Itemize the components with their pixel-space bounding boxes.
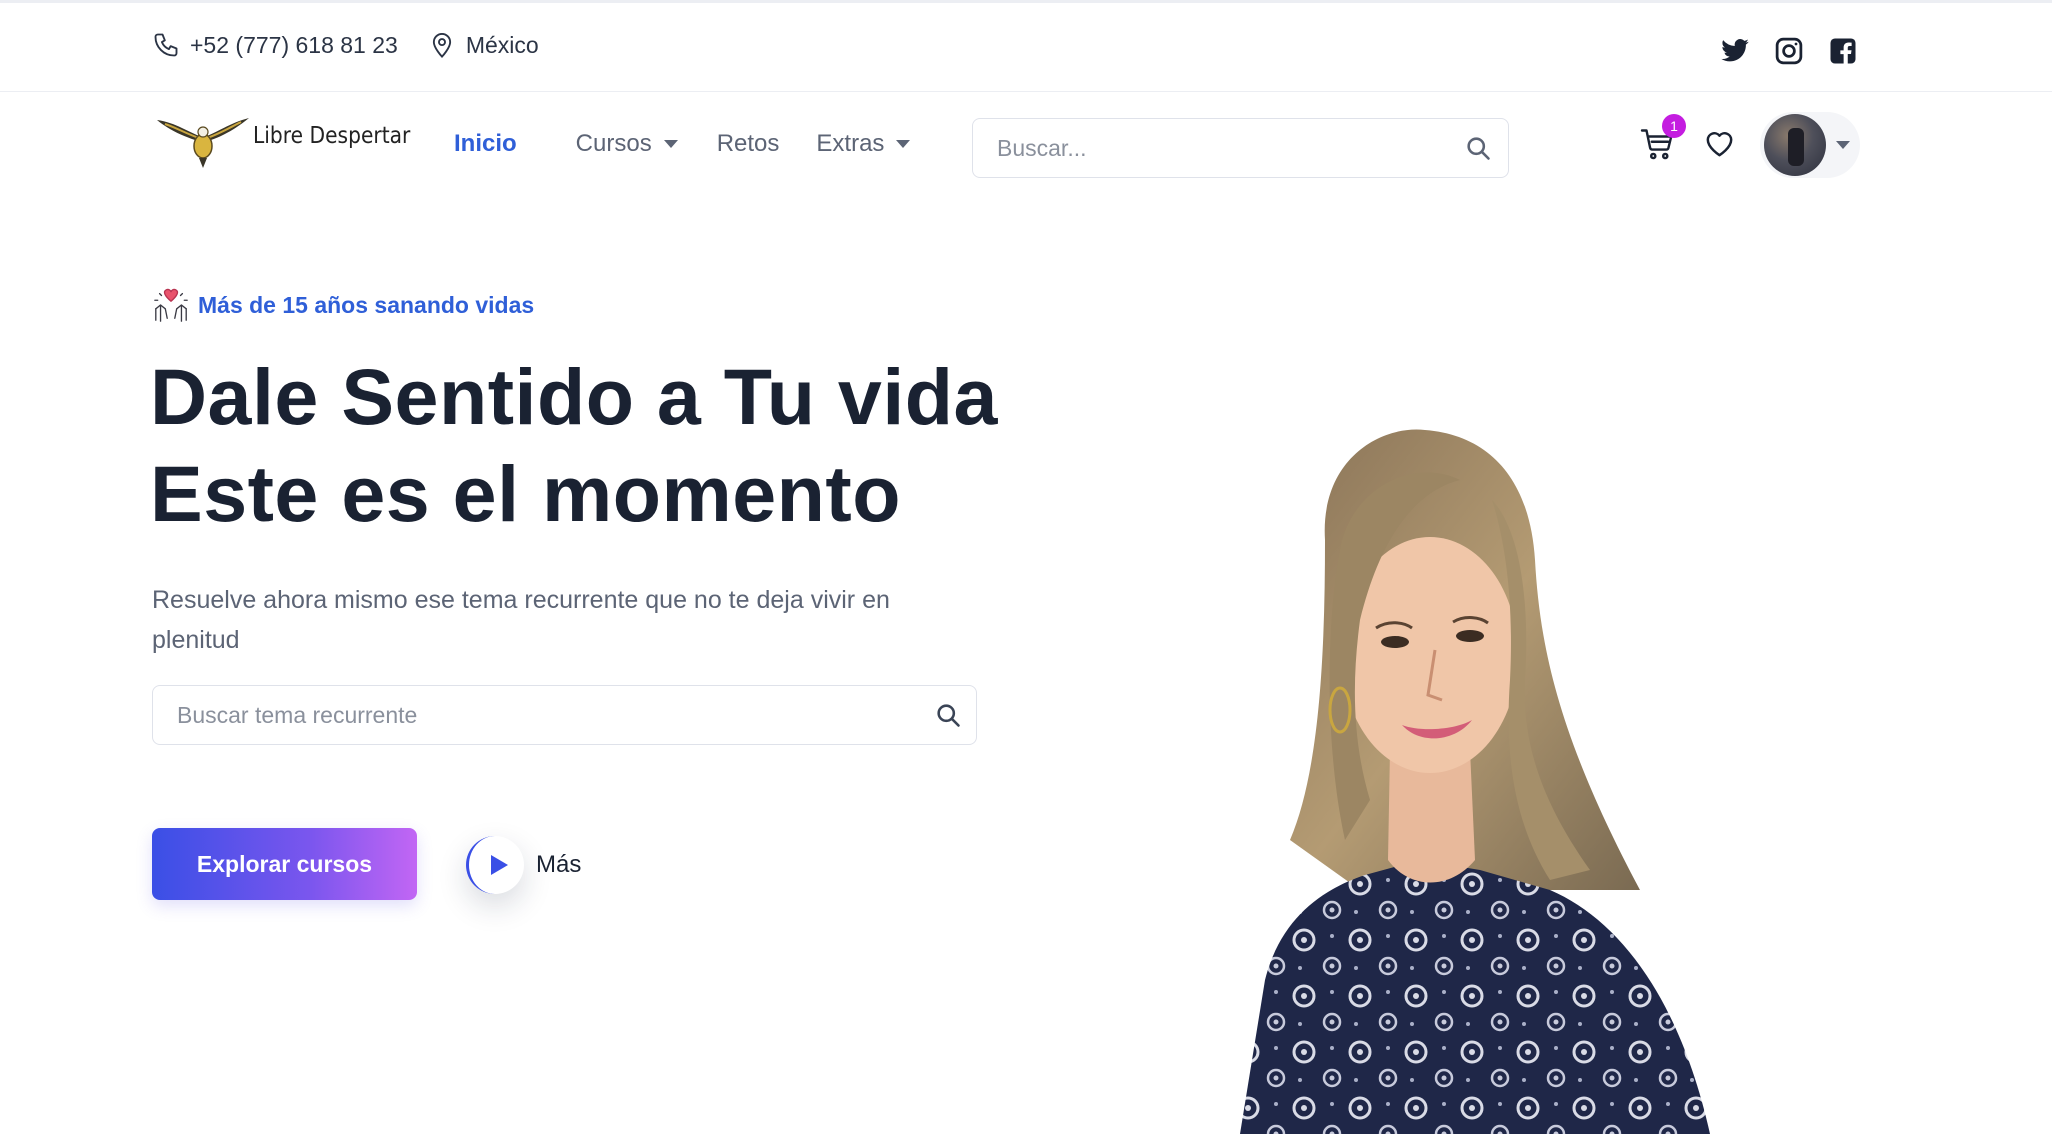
main-menu: Inicio Cursos Retos Extras [454,130,911,158]
headline-line-2: Este es el momento [150,449,901,538]
phone-number: +52 (777) 618 81 23 [190,31,398,58]
site-search [972,118,1509,178]
hero-portrait-image [1240,429,1710,1134]
explore-courses-button[interactable]: Explorar cursos [152,828,417,900]
eagle-logo-icon [157,118,249,168]
user-menu[interactable] [1760,112,1860,178]
instagram-icon[interactable] [1774,36,1804,66]
nav-item-label: Cursos [575,130,652,157]
facebook-icon[interactable] [1828,36,1858,66]
brand-logo[interactable]: Libre Despertar [155,112,432,170]
search-icon [1467,137,1490,160]
hero-headline: Dale Sentido a Tu vida Este es el moment… [150,348,998,542]
heart-icon [1706,132,1733,157]
map-pin-icon [432,33,451,59]
caret-down-icon [1836,141,1850,149]
topic-search [152,685,977,745]
hero-tagline: Más de 15 años sanando vidas [152,286,534,324]
more-video-button[interactable]: Más [466,836,581,894]
main-navbar: Libre Despertar Inicio Cursos Retos Extr… [0,92,2052,202]
search-icon [937,704,960,727]
location-contact: México [428,31,539,59]
cart-button[interactable]: 1 [1639,114,1686,166]
top-info-bar: +52 (777) 618 81 23 México [0,0,2052,92]
phone-icon [154,33,178,57]
avatar [1764,114,1826,176]
brand-name: Libre Despertar [253,123,411,149]
nav-item-inicio[interactable]: Inicio [454,130,517,158]
nav-item-cursos[interactable]: Cursos [576,130,678,158]
nav-item-retos[interactable]: Retos [717,130,780,158]
hero-subtitle: Resuelve ahora mismo ese tema recurrente… [152,586,890,654]
location-text: México [465,31,539,58]
caring-hands-heart-icon [154,288,188,322]
headline-line-1: Dale Sentido a Tu vida [150,352,998,441]
nav-item-extras[interactable]: Extras [816,130,911,158]
more-label: Más [536,851,582,878]
phone-contact[interactable]: +52 (777) 618 81 23 [152,31,398,59]
nav-item-label: Inicio [454,130,517,157]
contact-info: +52 (777) 618 81 23 México [152,31,539,59]
site-search-button[interactable] [1448,134,1508,162]
nav-item-label: Retos [716,130,780,157]
social-links [1720,36,1858,66]
cart-count-badge: 1 [1662,114,1686,138]
topic-search-input[interactable] [153,686,920,744]
caret-down-icon [663,140,678,148]
play-icon [466,836,524,894]
caret-down-icon [896,140,911,148]
wishlist-button[interactable] [1703,127,1736,165]
site-search-input[interactable] [973,119,1448,177]
twitter-icon[interactable] [1720,36,1750,66]
tagline-text: Más de 15 años sanando vidas [198,291,535,318]
topic-search-button[interactable] [920,701,976,729]
nav-item-label: Extras [816,130,885,157]
